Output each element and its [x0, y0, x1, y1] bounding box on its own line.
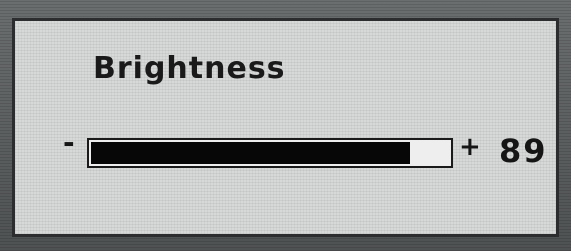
osd-title: Brightness — [93, 51, 286, 86]
brightness-slider-fill — [91, 142, 410, 164]
minus-icon[interactable]: - — [63, 129, 75, 157]
plus-icon[interactable]: + — [459, 133, 481, 161]
brightness-slider-track[interactable] — [87, 138, 453, 168]
osd-brightness-panel: Brightness - + 89 — [12, 18, 559, 237]
brightness-value: 89 — [499, 132, 548, 170]
